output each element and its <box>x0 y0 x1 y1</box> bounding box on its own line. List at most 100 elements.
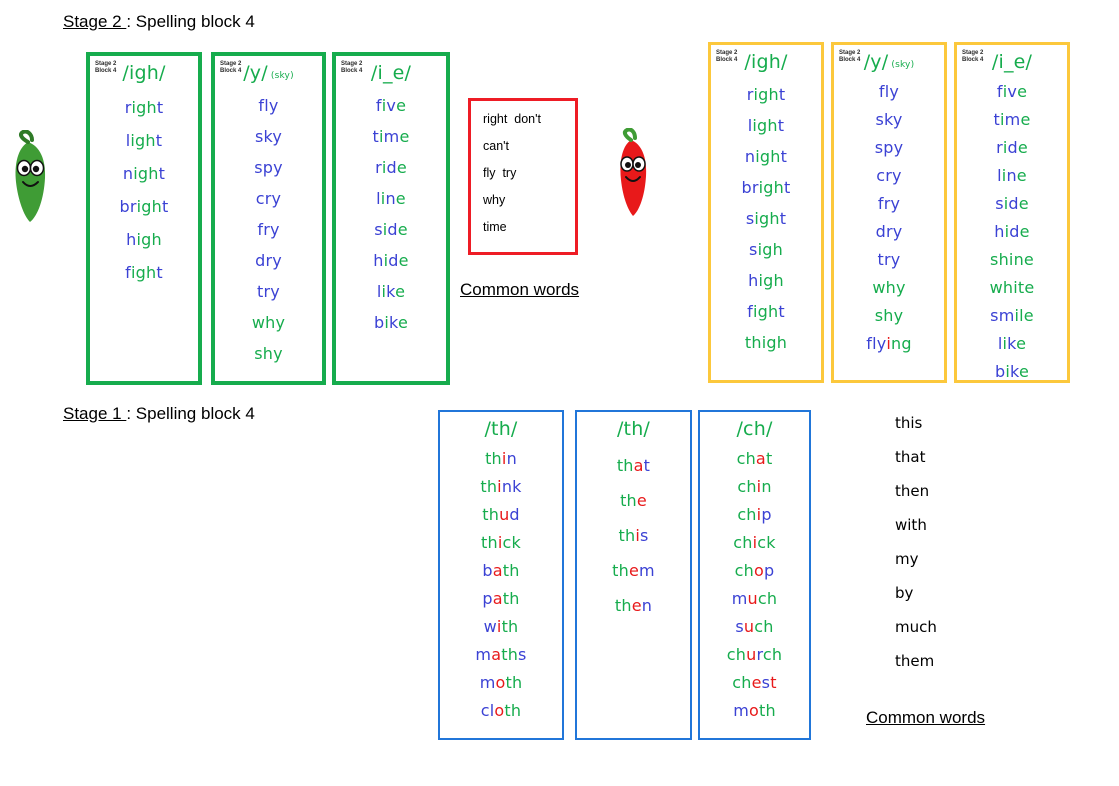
word-item: chop <box>735 561 775 580</box>
word-column-blue-th-2: /th/that the this them then <box>575 410 692 740</box>
common-word-line: time <box>483 220 507 234</box>
word-item: maths <box>475 645 526 664</box>
stage1-heading: Stage 1 : Spelling block 4 <box>63 404 255 424</box>
word-item: light <box>748 116 784 135</box>
word-segment: ch <box>737 505 757 524</box>
word-segment: n <box>1006 166 1017 185</box>
word-item: fry <box>878 194 900 213</box>
word-segment: ng <box>891 334 912 353</box>
word-item: spy <box>875 138 904 157</box>
word-segment: br <box>119 197 137 216</box>
word-segment: u <box>747 589 758 608</box>
word-segment: e <box>1016 334 1027 353</box>
word-segment: ch <box>733 533 753 552</box>
grapheme-label: /i_e/ <box>991 51 1033 73</box>
word-item: moth <box>480 673 523 692</box>
word-segment: o <box>748 701 759 720</box>
word-segment: fly <box>866 334 887 353</box>
word-segment: t <box>779 209 787 228</box>
word-segment: sm <box>990 306 1015 325</box>
word-segment: e <box>1017 82 1028 101</box>
word-segment: ch <box>754 617 774 636</box>
column-stage-tag: Stage 2 Block 4 <box>962 50 984 63</box>
word-item: like <box>377 282 405 301</box>
common-word-item: then <box>895 482 930 500</box>
word-segment: w <box>483 617 497 636</box>
common-word-item: them <box>895 652 935 670</box>
word-segment: s <box>995 194 1004 213</box>
grapheme-label: /y/(sky) <box>243 62 294 84</box>
word-item: like <box>998 334 1026 353</box>
word-item: church <box>727 645 782 664</box>
grapheme-label: /igh/ <box>744 51 788 73</box>
word-item: thud <box>482 505 520 524</box>
word-segment: m <box>475 645 492 664</box>
word-column-yellow-y: Stage 2 Block 4/y/(sky) fly sky spy cry fry dr… <box>831 42 947 383</box>
word-item: thigh <box>745 333 787 352</box>
common-word-line: right don't <box>483 112 541 126</box>
word-segment: shine <box>990 250 1034 269</box>
word-item: this <box>618 526 648 545</box>
column-stage-tag: Stage 2 Block 4 <box>220 61 242 74</box>
word-item: cloth <box>481 701 521 720</box>
word-segment: m <box>479 673 496 692</box>
word-segment: b <box>995 362 1006 381</box>
word-segment: s <box>749 240 758 259</box>
word-segment: th <box>758 701 776 720</box>
word-segment: cry <box>255 189 282 208</box>
word-segment: igh <box>130 131 156 150</box>
word-segment: try <box>877 250 901 269</box>
word-segment: n <box>385 189 396 208</box>
word-segment: d <box>1008 194 1019 213</box>
word-item: sight <box>746 209 786 228</box>
word-item: bright <box>120 197 169 216</box>
word-segment: a <box>755 449 766 468</box>
word-segment: igh <box>136 230 162 249</box>
word-segment: p <box>482 589 493 608</box>
word-segment: b <box>482 561 493 580</box>
word-item: fight <box>747 302 785 321</box>
word-segment: th <box>482 505 500 524</box>
word-item: try <box>878 250 901 269</box>
word-segment: d <box>509 505 520 524</box>
word-item: white <box>990 278 1035 297</box>
word-segment: thigh <box>744 333 788 352</box>
word-item: then <box>615 596 652 615</box>
word-segment: a <box>491 645 502 664</box>
word-segment: e <box>1018 362 1029 381</box>
word-segment: n <box>641 596 653 615</box>
stage2-common-words-label: Common words <box>460 280 580 299</box>
word-item: flying <box>866 334 912 353</box>
word-segment: t <box>162 197 169 216</box>
word-item: dry <box>876 222 903 241</box>
common-word-item: with <box>895 516 927 534</box>
word-segment: ch <box>762 645 783 664</box>
word-segment: d <box>1007 138 1018 157</box>
word-column-yellow-igh: Stage 2 Block 4/igh/right light night brigh… <box>708 42 824 383</box>
word-column-yellow-i-e: Stage 2 Block 4/i_e/five time ride line side… <box>954 42 1070 383</box>
word-segment: ch <box>734 561 754 580</box>
word-segment: a <box>492 561 503 580</box>
word-segment: th <box>480 477 498 496</box>
word-segment: s <box>761 673 771 692</box>
word-segment: white <box>989 278 1035 297</box>
word-item: fry <box>257 220 279 239</box>
word-segment: t <box>777 116 785 135</box>
word-column-blue-th-1: /th/thin think thud thick bath path with maths m… <box>438 410 564 740</box>
word-item: right <box>747 85 786 104</box>
word-segment: r <box>996 138 1003 157</box>
word-item: bike <box>374 313 408 332</box>
stage1-heading-underlined: Stage 1 <box>63 404 127 423</box>
word-item: why <box>252 313 285 332</box>
word-segment: th <box>616 456 634 475</box>
word-segment: th <box>620 491 637 510</box>
word-segment: th <box>618 526 636 545</box>
word-segment: e <box>1018 194 1029 213</box>
word-item: much <box>732 589 777 608</box>
word-item: hide <box>373 251 408 270</box>
word-segment: m <box>1004 110 1021 129</box>
word-segment: n <box>122 164 134 183</box>
word-segment: m <box>383 127 400 146</box>
grapheme-label: /th/ <box>484 418 518 440</box>
word-segment: d <box>387 220 398 239</box>
